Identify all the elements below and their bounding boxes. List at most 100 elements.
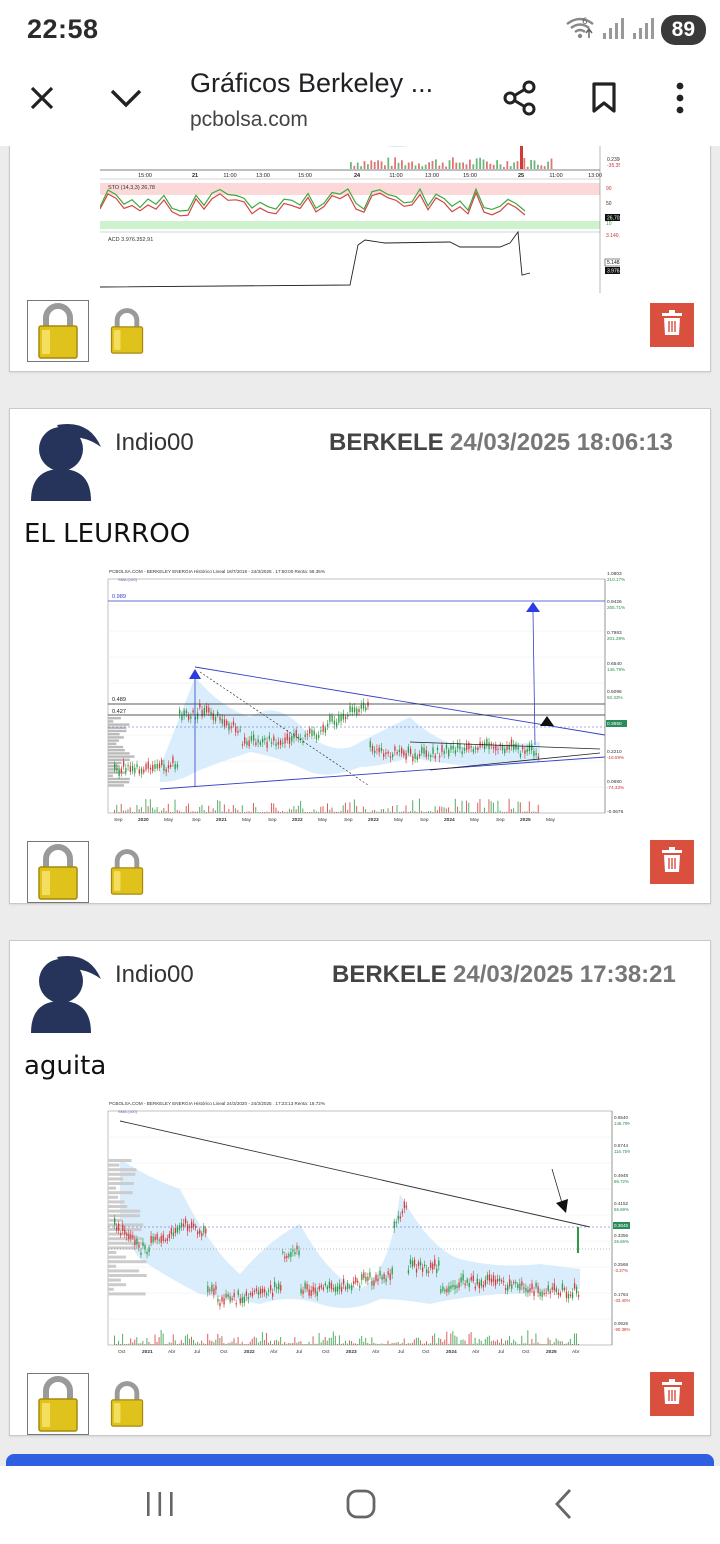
x-tick-label: May	[164, 817, 174, 823]
avatar	[27, 419, 109, 501]
volume-bar	[292, 1342, 294, 1345]
candle	[184, 1218, 187, 1224]
candle	[225, 1294, 227, 1298]
chevron-down-icon[interactable]	[104, 76, 148, 120]
more-vert-icon[interactable]	[658, 76, 702, 120]
acd-line	[100, 230, 531, 288]
volume-bar	[494, 1341, 496, 1345]
candle	[134, 767, 136, 774]
candle	[326, 1286, 329, 1290]
comment-feed[interactable]: 0.2398-35.35%15:002111:0013:0015:002411:…	[0, 146, 720, 1466]
lock-icon[interactable]	[96, 841, 158, 903]
candle	[324, 727, 327, 733]
volume-bar	[190, 1336, 192, 1345]
username[interactable]: Indio00	[115, 429, 194, 457]
candle	[208, 707, 210, 713]
volume-bar	[266, 811, 268, 813]
candle	[403, 750, 405, 756]
recent-apps-icon[interactable]	[140, 1484, 180, 1524]
volume-bar	[380, 161, 383, 169]
delete-button[interactable]	[650, 1372, 694, 1416]
volume-bar	[561, 1341, 563, 1345]
candle	[132, 1235, 134, 1238]
volume-bar	[373, 162, 376, 169]
candle	[336, 1286, 339, 1292]
ticker-label[interactable]: BERKELE	[332, 961, 447, 989]
volume-bar	[338, 1335, 340, 1345]
candle	[347, 715, 349, 717]
lock-icon[interactable]	[96, 300, 158, 362]
volume-bar	[360, 166, 362, 169]
candle	[371, 1280, 373, 1286]
bookmark-icon[interactable]	[582, 76, 626, 120]
volume-bar	[293, 805, 295, 813]
candle	[203, 707, 205, 715]
candle	[231, 1298, 233, 1301]
x-tick-label: 2023	[368, 817, 379, 823]
back-icon[interactable]	[543, 1484, 583, 1524]
candle	[338, 715, 340, 723]
candle	[288, 737, 291, 744]
volume-bar	[125, 810, 127, 813]
wifi-6-icon: 6	[565, 15, 595, 46]
lock-icon[interactable]	[27, 841, 89, 903]
chart-image[interactable]: PCBOLSA.COM - BERKELEY ENERGIA Histórico…	[100, 1099, 630, 1357]
volume-bar	[457, 806, 459, 813]
candle	[385, 752, 387, 755]
volume-bar	[367, 164, 369, 169]
volume-profile-bar	[108, 755, 135, 758]
volume-bar	[443, 807, 445, 813]
volume-bar	[486, 161, 488, 169]
home-icon[interactable]	[341, 1484, 381, 1524]
volume-bar	[432, 811, 434, 813]
candle	[327, 723, 329, 727]
volume-bar	[440, 1338, 442, 1345]
x-tick-label: 2021	[216, 817, 227, 823]
volume-bar	[547, 161, 549, 169]
candle	[463, 748, 466, 751]
lock-icon[interactable]	[96, 1373, 158, 1435]
candle	[187, 715, 190, 720]
volume-bar	[419, 1340, 421, 1345]
y-tick-label: 0.0926	[614, 1321, 628, 1326]
volume-bar	[367, 1342, 369, 1345]
volume-bar	[362, 806, 364, 813]
volume-profile-bar	[108, 1251, 117, 1254]
candle	[244, 737, 246, 744]
candle	[209, 1289, 211, 1291]
candle	[474, 747, 477, 750]
x-tick-label: Oct	[118, 1349, 126, 1355]
candle	[376, 749, 378, 751]
volume-bar	[272, 1343, 274, 1345]
volume-bar	[397, 162, 400, 169]
volume-bar	[503, 1343, 505, 1345]
candle	[246, 741, 248, 746]
x-tick-label: 2025	[520, 817, 531, 823]
volume-bar	[399, 1343, 401, 1345]
x-tick-label: Oct	[422, 1349, 430, 1355]
candle	[349, 705, 351, 713]
delete-button[interactable]	[650, 303, 694, 347]
share-icon[interactable]	[498, 76, 542, 120]
volume-bar	[513, 808, 515, 813]
delete-button[interactable]	[650, 840, 694, 884]
close-icon[interactable]	[20, 76, 64, 120]
chart-image[interactable]: PCBOLSA.COM - BERKELEY ENERGIA Histórico…	[100, 567, 630, 825]
volume-profile-bar	[108, 1191, 133, 1195]
y-pct-label: -16.59%	[607, 755, 624, 760]
candle	[356, 708, 358, 715]
lock-icon[interactable]	[27, 300, 89, 362]
status-time: 22:58	[27, 14, 99, 44]
candle	[371, 746, 374, 752]
candle	[322, 1287, 324, 1290]
candle	[506, 746, 508, 750]
ticker-label[interactable]: BERKELE	[329, 429, 444, 457]
volume-profile-bar	[108, 1232, 132, 1236]
volume-bar	[259, 811, 261, 813]
username[interactable]: Indio00	[115, 961, 194, 989]
volume-bar	[414, 165, 417, 169]
volume-bar	[304, 1344, 306, 1345]
volume-bar	[550, 158, 553, 169]
volume-bar	[430, 811, 432, 813]
lock-icon[interactable]	[27, 1373, 89, 1435]
